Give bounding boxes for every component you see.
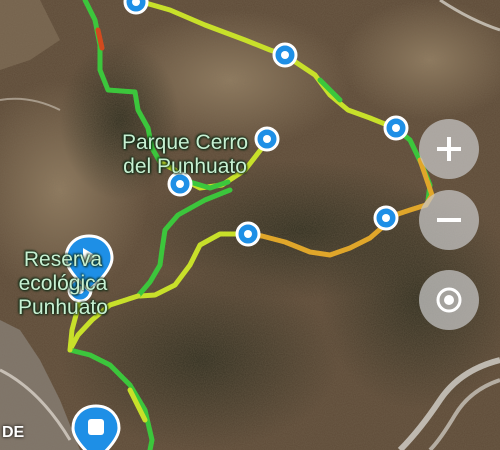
place-label-reserve: Reserva ecológica Punhuato xyxy=(18,248,108,320)
minus-icon xyxy=(437,218,461,222)
reserve-label-line2: ecológica xyxy=(18,272,108,295)
zoom-out-button[interactable] xyxy=(419,190,479,250)
route-segment-west xyxy=(135,187,233,299)
route-segment-north xyxy=(132,0,288,58)
map-view[interactable]: Parque Cerro del Punhuato Reserva ecológ… xyxy=(0,0,500,450)
waypoint-marker[interactable] xyxy=(123,0,149,15)
road-label-edge: DE xyxy=(2,424,25,441)
waypoint-marker[interactable] xyxy=(272,42,298,68)
waypoint-marker[interactable] xyxy=(235,221,261,247)
route-segment-south xyxy=(137,231,251,299)
reserve-label-line1: Reserva xyxy=(23,248,103,271)
waypoint-marker[interactable] xyxy=(373,205,399,231)
reserve-label-line3: Punhuato xyxy=(18,296,108,319)
route-segment-south xyxy=(245,202,429,258)
route-segment-east xyxy=(282,52,398,131)
stop-icon xyxy=(88,419,104,435)
location-target-icon xyxy=(436,287,462,313)
my-location-button[interactable] xyxy=(419,270,479,330)
waypoint-marker[interactable] xyxy=(383,115,409,141)
park-label-line2: del Punhuato xyxy=(123,155,247,178)
waypoint-marker[interactable] xyxy=(254,126,280,152)
end-pin[interactable] xyxy=(71,404,121,450)
park-label-line1: Parque Cerro xyxy=(122,131,249,154)
place-label-park: Parque Cerro del Punhuato xyxy=(122,131,248,179)
zoom-in-button[interactable] xyxy=(419,119,479,179)
plus-icon xyxy=(437,137,461,161)
